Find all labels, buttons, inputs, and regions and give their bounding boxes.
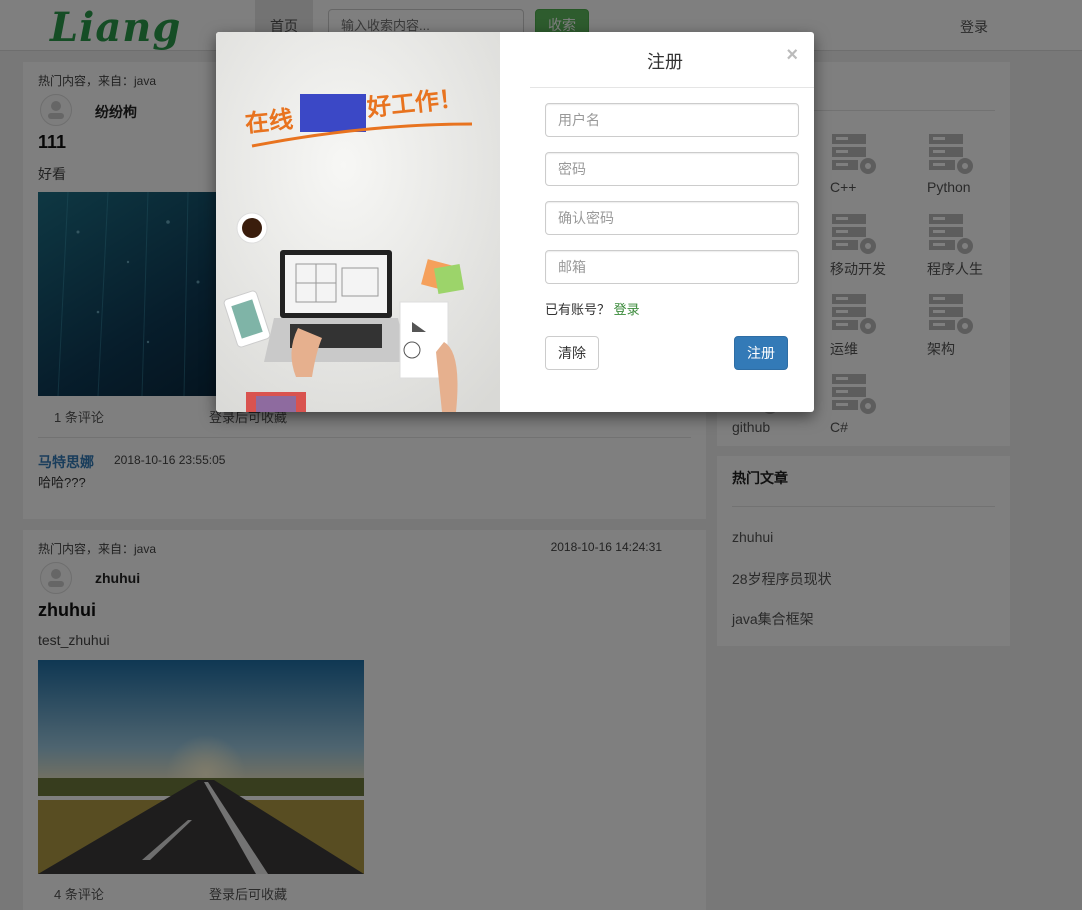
- register-modal: 在线 好工作！ 注册 × 用户名 密码 确认密码 邮箱 已有账号？ 登录 清除 …: [216, 32, 814, 412]
- have-account-row: 已有账号？ 登录: [545, 299, 640, 318]
- banner-text-left: 在线: [244, 105, 295, 138]
- have-account-text: 已有账号？: [545, 302, 611, 317]
- login-link[interactable]: 登录: [614, 302, 640, 317]
- close-icon[interactable]: ×: [786, 44, 798, 67]
- modal-title: 注册: [647, 52, 683, 72]
- clear-button[interactable]: 清除: [545, 336, 599, 370]
- register-button[interactable]: 注册: [734, 336, 788, 370]
- censor-block: [300, 94, 366, 132]
- register-banner-image: 在线 好工作！: [216, 32, 500, 412]
- username-field[interactable]: [545, 103, 799, 137]
- divider: [530, 87, 814, 88]
- confirm-password-field[interactable]: [545, 201, 799, 235]
- email-field[interactable]: [545, 250, 799, 284]
- password-field[interactable]: [545, 152, 799, 186]
